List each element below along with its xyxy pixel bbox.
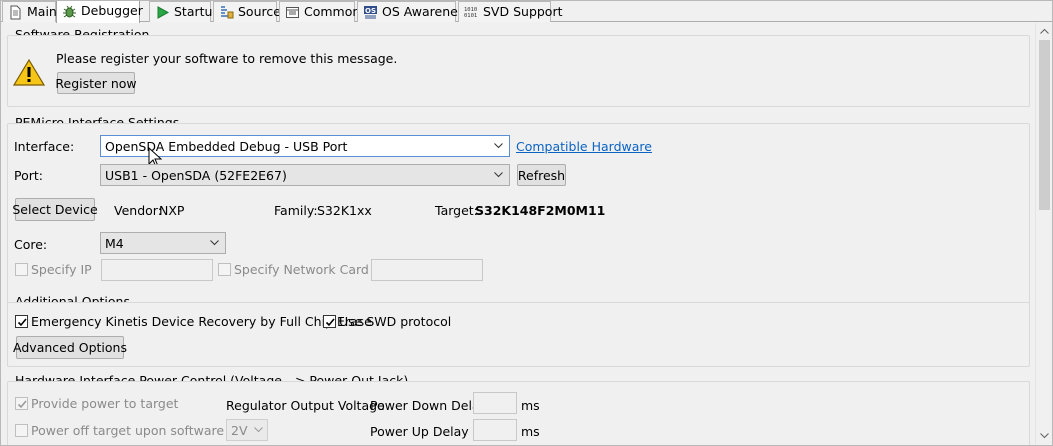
core-select-value: M4 — [105, 236, 124, 251]
chevron-down-icon — [494, 143, 503, 149]
use-swd-checkbox[interactable] — [323, 315, 336, 328]
scrollbar-thumb[interactable] — [1039, 40, 1050, 210]
emergency-recovery-checkbox[interactable] — [15, 315, 28, 328]
network-card-ip-input[interactable] — [371, 259, 483, 281]
core-label: Core: — [14, 237, 48, 252]
power-up-unit: ms — [521, 424, 540, 439]
vendor-label: Vendor: — [114, 203, 162, 218]
specify-ip-label: Specify IP — [31, 262, 92, 277]
voltage-select[interactable]: 2V — [226, 419, 268, 441]
power-off-label: Power off target upon software exit — [31, 423, 252, 438]
warning-icon — [13, 58, 45, 86]
os-icon: OS — [364, 6, 377, 19]
power-up-delay-label: Power Up Delay — [370, 424, 469, 439]
advanced-options-button[interactable]: Advanced Options — [13, 336, 127, 359]
emergency-recovery-label: Emergency Kinetis Device Recovery by Ful… — [31, 314, 372, 329]
tab-os-awareness[interactable]: OS OS Awareness — [357, 1, 471, 22]
tab-main[interactable]: Main — [2, 1, 57, 22]
tab-startup[interactable]: Startup — [149, 1, 220, 22]
voltage-select-value: 2V — [231, 423, 248, 438]
tab-label: Common — [304, 4, 361, 19]
tab-svd-support[interactable]: 1010 0101 SVD Support — [458, 1, 563, 22]
tab-bar: Main Debugger Startup Source Common OS O… — [0, 0, 1053, 23]
family-value: S32K1xx — [317, 203, 372, 218]
vertical-scrollbar[interactable] — [1035, 23, 1052, 445]
svg-text:0101: 0101 — [464, 13, 477, 19]
specify-ip-checkbox[interactable] — [15, 263, 28, 276]
register-now-button[interactable]: Register now — [55, 72, 137, 94]
core-select[interactable]: M4 — [100, 232, 226, 254]
svg-text:OS: OS — [365, 7, 376, 15]
vendor-value: NXP — [159, 203, 185, 218]
additional-options-group — [7, 302, 1030, 367]
checkmark-icon — [17, 318, 27, 327]
power-off-checkbox[interactable] — [15, 424, 28, 437]
power-down-delay-label: Power Down Delay — [370, 398, 488, 413]
power-down-unit: ms — [521, 398, 540, 413]
tab-debugger[interactable]: Debugger — [56, 0, 143, 23]
bug-icon — [63, 5, 76, 18]
specify-network-card-label: Specify Network Card IP — [234, 262, 385, 277]
target-label: Target: — [435, 203, 478, 218]
interface-label: Interface: — [14, 139, 75, 154]
specify-network-card-checkbox[interactable] — [218, 263, 231, 276]
source-icon — [221, 6, 234, 19]
registration-group — [7, 35, 1030, 107]
provide-power-label: Provide power to target — [31, 396, 179, 411]
scroll-up-arrow-icon[interactable] — [1040, 28, 1049, 34]
interface-select-value: OpenSDA Embedded Debug - USB Port — [105, 139, 348, 154]
scroll-down-arrow-icon[interactable] — [1040, 433, 1049, 439]
tab-common[interactable]: Common — [279, 1, 360, 22]
registration-message: Please register your software to remove … — [56, 51, 398, 66]
select-device-button[interactable]: Select Device — [12, 198, 98, 221]
port-select[interactable]: USB1 - OpenSDA (52FE2E67) — [100, 164, 510, 186]
ip-address-input[interactable] — [101, 259, 213, 281]
window-icon — [286, 7, 299, 18]
port-label: Port: — [14, 168, 43, 183]
use-swd-label: Use SWD protocol — [339, 314, 452, 329]
compatible-hardware-link[interactable]: Compatible Hardware — [516, 139, 652, 154]
power-up-delay-input[interactable] — [473, 419, 517, 441]
target-value: S32K148F2M0M11 — [475, 203, 606, 218]
refresh-button[interactable]: Refresh — [517, 164, 566, 186]
debugger-panel: Software Registration Please register yo… — [1, 23, 1035, 445]
tab-label: Main — [27, 4, 57, 19]
tab-label: Debugger — [81, 3, 143, 18]
play-icon — [157, 6, 170, 19]
family-label: Family: — [274, 203, 318, 218]
regulator-voltage-label: Regulator Output Voltage — [226, 398, 385, 413]
chevron-down-icon — [494, 172, 503, 178]
chevron-down-icon — [254, 427, 263, 433]
provide-power-checkbox[interactable] — [15, 397, 28, 410]
tab-source[interactable]: Source — [213, 1, 281, 22]
document-icon — [10, 5, 21, 20]
power-down-delay-input[interactable] — [473, 392, 517, 414]
chevron-down-icon — [210, 240, 219, 246]
port-select-value: USB1 - OpenSDA (52FE2E67) — [105, 168, 287, 183]
tab-label: Source — [238, 4, 281, 19]
binary-icon: 1010 0101 — [464, 7, 477, 19]
checkmark-icon — [17, 400, 27, 409]
checkmark-icon — [325, 318, 335, 327]
tab-label: SVD Support — [483, 4, 563, 19]
